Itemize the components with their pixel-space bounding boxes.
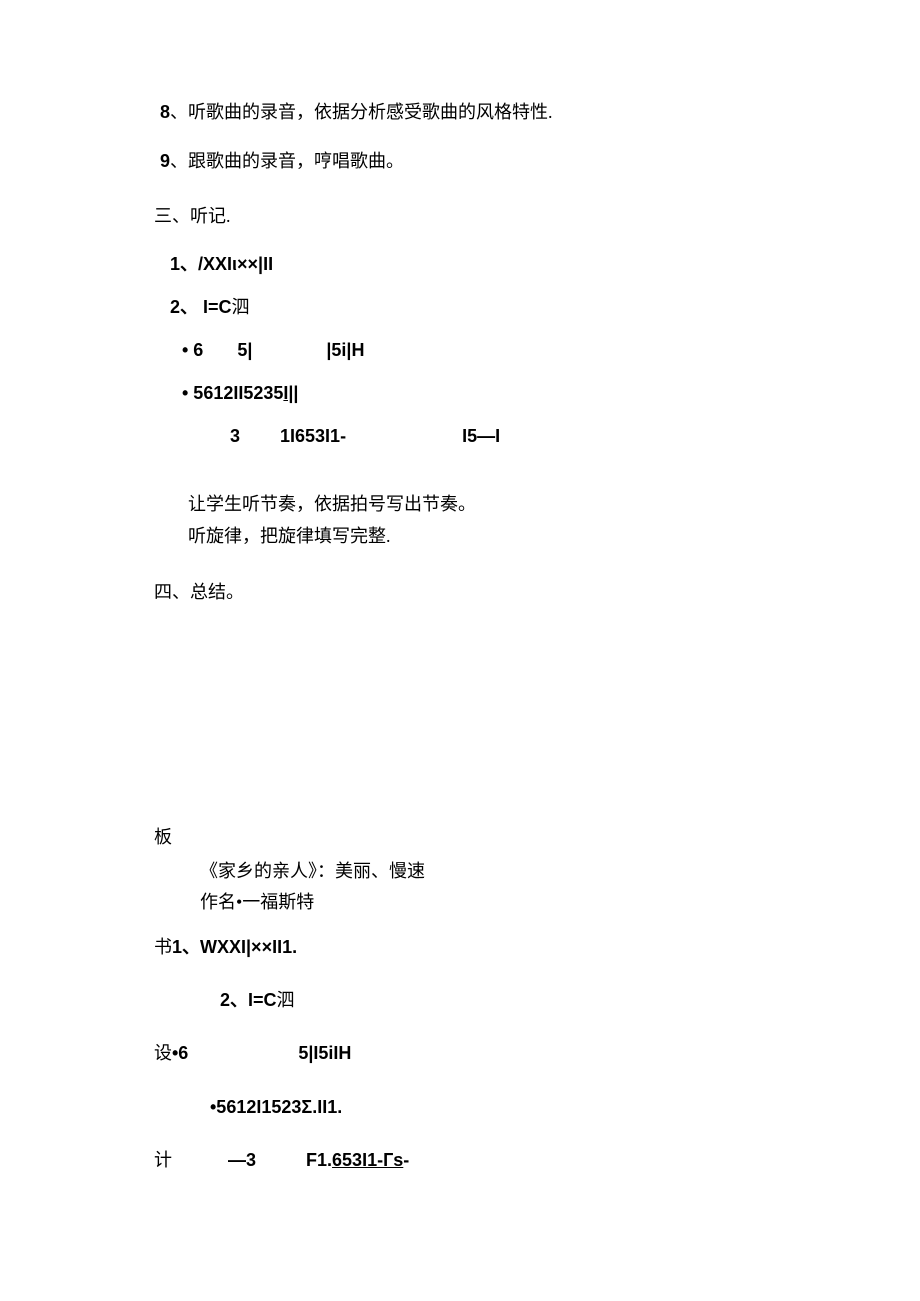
board-item-2: 2、I=C泗 <box>160 988 920 1013</box>
board-label-she: 设 <box>154 1043 172 1063</box>
board-she-line: 设•6 5|I5iIH <box>154 1041 920 1066</box>
board-item3-a: •6 <box>172 1043 188 1063</box>
board-ji-line: 计 —3 F1.653I1-Гs- <box>154 1148 920 1173</box>
item-number: 9 <box>160 151 170 171</box>
deep-c: I5—I <box>462 426 500 446</box>
board-item4-c: 653I1-Гs <box>332 1150 403 1170</box>
board-item1-num: 1 <box>172 937 182 957</box>
board-item4-b: F1. <box>306 1150 332 1170</box>
board-item4-a: —3 <box>228 1150 256 1170</box>
bullet-item-1: • 6 5| |5i|H <box>160 338 920 363</box>
item-number: 8 <box>160 102 170 122</box>
item-text: 、/XXIι××|II <box>180 254 273 274</box>
item-number: 1 <box>170 254 180 274</box>
item-suffix: 泗 <box>232 297 250 317</box>
paragraph-block: 让学生听节奏，依据拍号写出节奏。 听旋律，把旋律填写完整. <box>160 488 920 553</box>
list-item-1: 1、/XXIι××|II <box>160 252 920 277</box>
board-label-ban: 板 <box>154 825 920 850</box>
board-label-ji: 计 <box>154 1150 172 1170</box>
board-shu-line: 书1、WXXI|××II1. <box>154 935 920 960</box>
board-item4-d: - <box>403 1150 409 1170</box>
para-line-2: 听旋律，把旋律填写完整. <box>188 520 920 552</box>
item-text: 、听歌曲的录音，依据分析感受歌曲的风格特性. <box>170 102 553 122</box>
board-design-section: 板 《家乡的亲人》：美丽、慢速 作名•一福斯特 书1、WXXI|××II1. 2… <box>160 825 920 1173</box>
item-text: 、跟歌曲的录音，哼唱歌曲。 <box>170 151 404 171</box>
item-text: 、 I=C <box>180 297 232 317</box>
list-item-2: 2、 I=C泗 <box>160 295 920 320</box>
board-item1-text: 、WXXI|××II1. <box>182 937 297 957</box>
board-item2-b: 泗 <box>277 990 295 1010</box>
board-title: 《家乡的亲人》：美丽、慢速 <box>160 859 920 884</box>
board-item3-b: 5|I5iIH <box>298 1043 351 1063</box>
deep-b: 1I653I1- <box>280 426 346 446</box>
list-item-9: 9、跟歌曲的录音，哼唱歌曲。 <box>160 149 920 174</box>
para-line-1: 让学生听节奏，依据拍号写出节奏。 <box>188 488 920 520</box>
bullet-text-c: |5i|H <box>326 340 364 360</box>
board-label-shu: 书 <box>154 937 172 957</box>
bullet-text-b: 5| <box>237 340 252 360</box>
board-item2-a: 2、I=C <box>220 990 277 1010</box>
section-4-title: 四、总结。 <box>154 580 920 605</box>
item-number: 2 <box>170 297 180 317</box>
bullet-text-a: • 6 <box>182 340 203 360</box>
list-item-8: 8、听歌曲的录音，依据分析感受歌曲的风格特性. <box>160 100 920 125</box>
bullet-item-2: • 5612II5235I|| <box>160 381 920 406</box>
board-author: 作名•一福斯特 <box>160 890 920 915</box>
deep-indent-line: 3 1I653I1- I5—I <box>160 424 920 449</box>
bullet-text-b: I|| <box>283 383 298 403</box>
deep-a: 3 <box>230 426 240 446</box>
bullet-text-a: • 5612II5235 <box>182 383 283 403</box>
section-3-title: 三、听记. <box>154 204 920 229</box>
board-item-3b: •5612I1523Σ.II1. <box>160 1095 920 1120</box>
